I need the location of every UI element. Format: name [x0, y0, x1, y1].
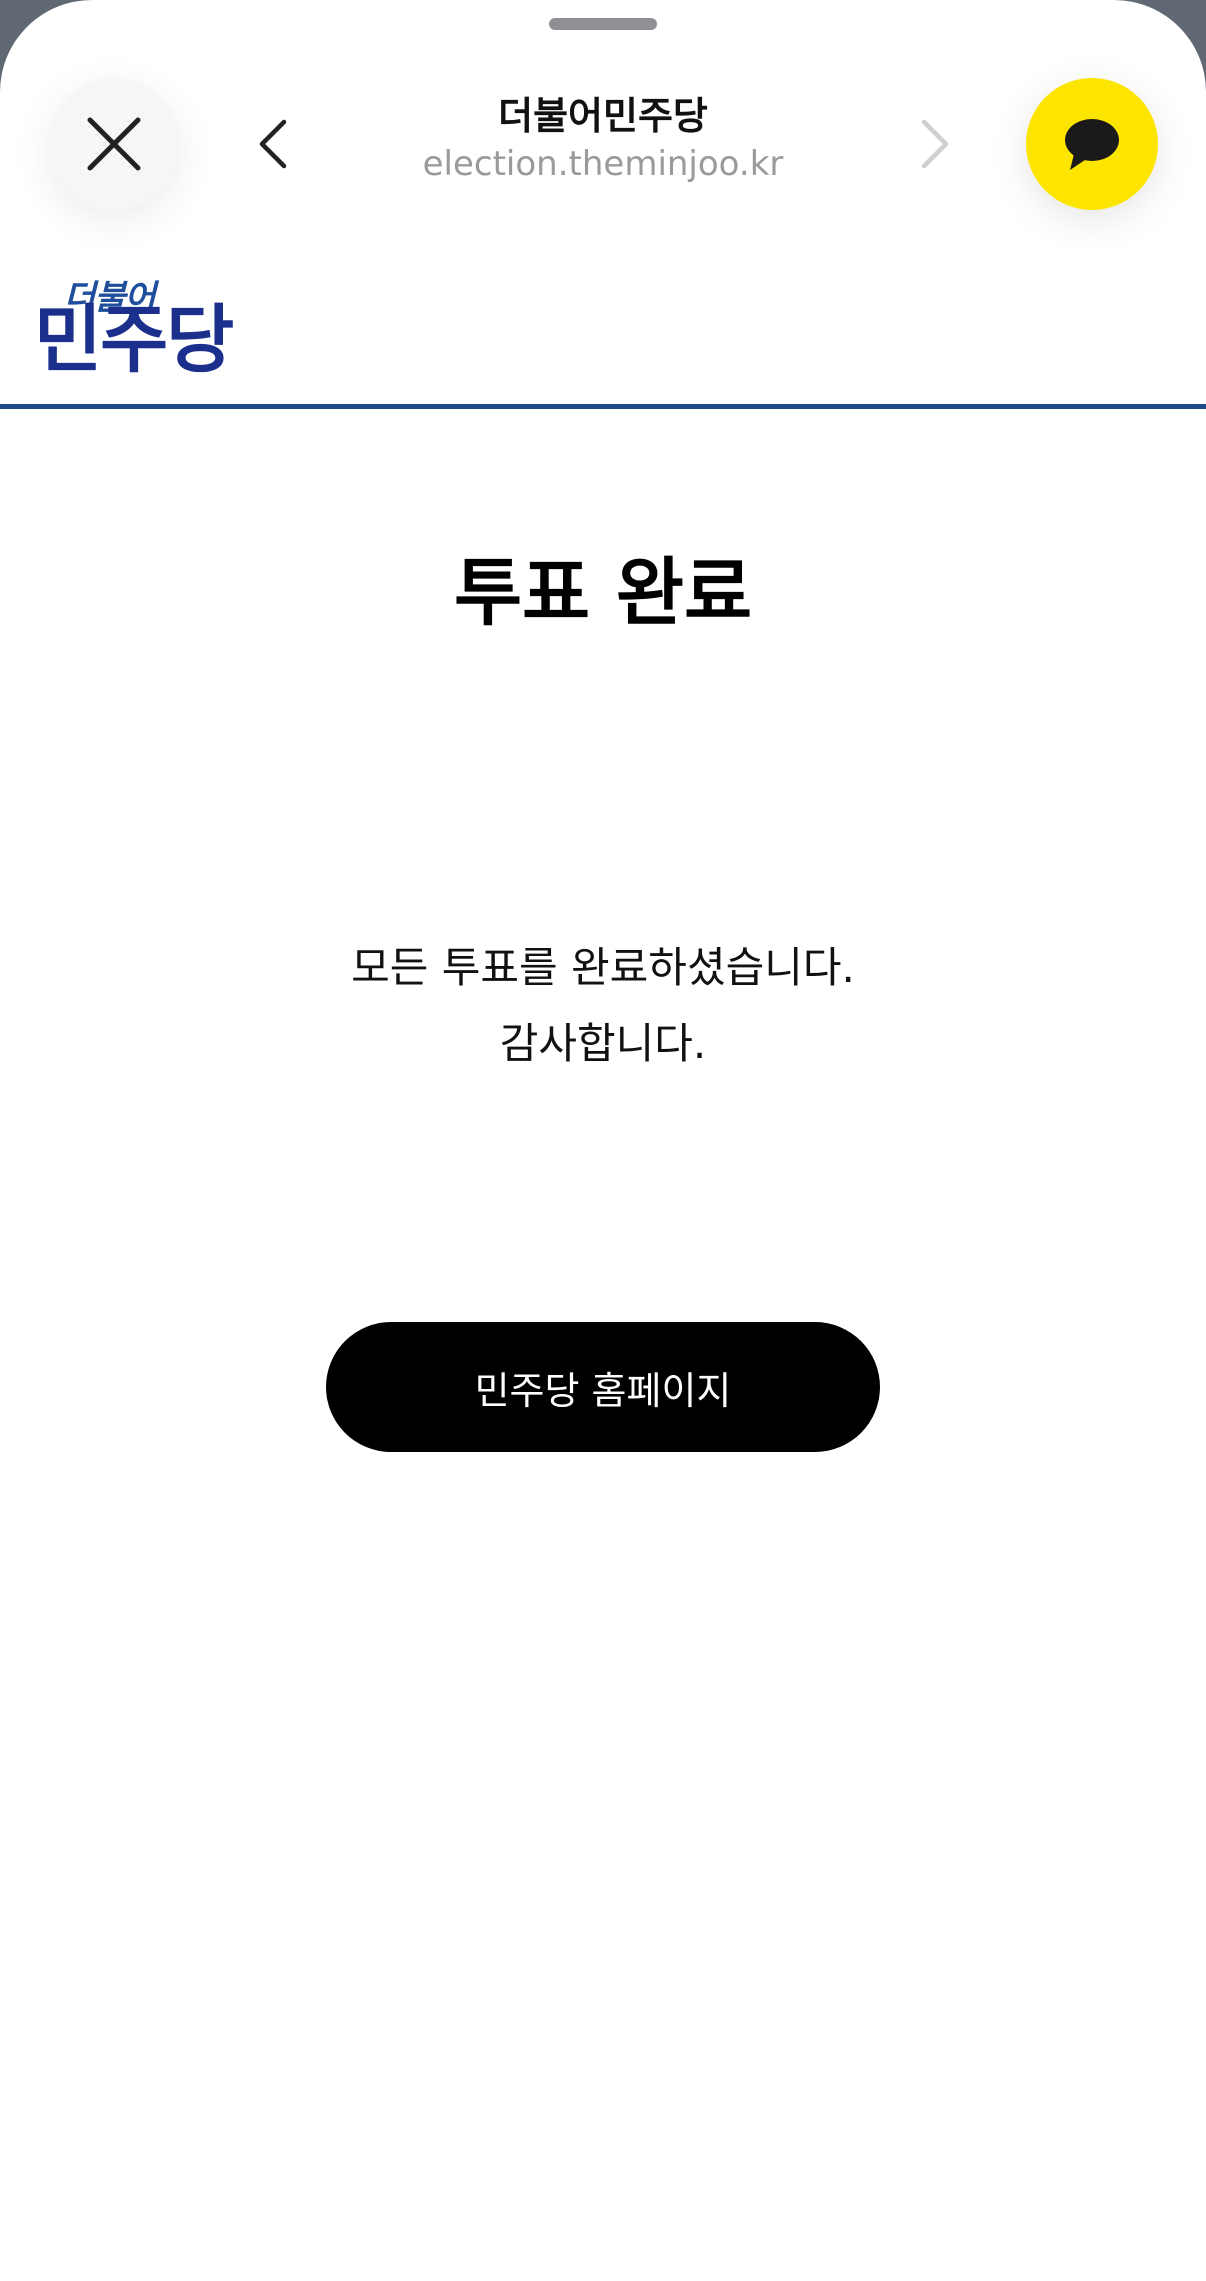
chevron-right-icon — [921, 119, 949, 169]
message-line-1: 모든 투표를 완료하셨습니다. — [351, 943, 855, 992]
close-button[interactable] — [48, 78, 180, 210]
kakao-chat-button[interactable] — [1026, 78, 1158, 210]
party-logo[interactable]: 더불어 민주당 — [34, 270, 264, 380]
browser-sheet: 더불어민주당 election.theminjoo.kr 더불어 민주당 투표 … — [0, 0, 1206, 2281]
completion-message: 모든 투표를 완료하셨습니다. 감사합니다. — [0, 930, 1206, 1082]
header-divider — [0, 404, 1206, 409]
in-app-browser-toolbar: 더불어민주당 election.theminjoo.kr — [0, 0, 1206, 270]
site-title-block: 더불어민주당 election.theminjoo.kr — [340, 92, 866, 186]
back-button[interactable] — [236, 106, 312, 182]
chevron-left-icon — [259, 119, 287, 169]
speech-bubble-icon — [1065, 119, 1119, 170]
page-title: 투표 완료 — [453, 550, 753, 636]
message-line-2: 감사합니다. — [499, 1019, 707, 1068]
party-homepage-button[interactable]: 민주당 홈페이지 — [326, 1322, 880, 1452]
logo-main-text: 민주당 — [34, 297, 234, 383]
forward-button[interactable] — [896, 106, 972, 182]
close-icon — [87, 117, 141, 171]
site-url: election.theminjoo.kr — [422, 144, 784, 184]
site-title: 더불어민주당 — [498, 94, 708, 138]
